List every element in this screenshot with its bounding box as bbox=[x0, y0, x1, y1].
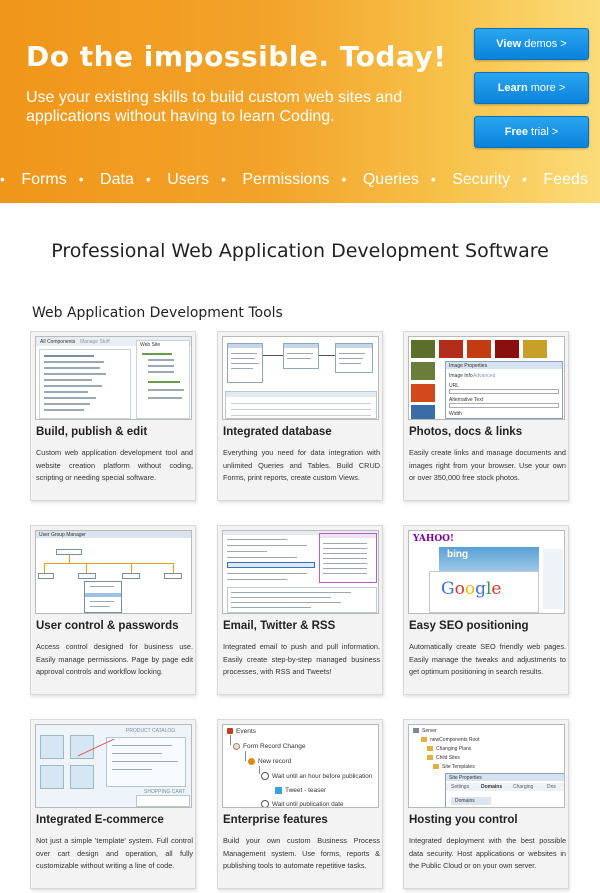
seo-screenshot: YAHOO! bing Google bbox=[408, 530, 565, 614]
view-demos-strong: View bbox=[496, 38, 522, 50]
ticker-item-users: Users bbox=[167, 171, 209, 188]
domains-subheader: Domains bbox=[455, 798, 475, 804]
view-demos-button[interactable]: View demos > bbox=[474, 28, 589, 60]
feature-card-seo[interactable]: YAHOO! bing Google Easy SEO positioning … bbox=[403, 525, 569, 695]
card-title: Hosting you control bbox=[409, 814, 518, 826]
card-description: Integrated email to push and pull inform… bbox=[223, 642, 380, 676]
feature-card-email[interactable]: Email, Twitter & RSS Integrated email to… bbox=[217, 525, 383, 695]
builder-tab2-label: Manage Stuff bbox=[80, 339, 110, 345]
site-properties-label: Site Properties bbox=[449, 775, 482, 781]
tree-item: Changing Plans bbox=[436, 746, 472, 752]
charging-tab: Charging bbox=[513, 784, 534, 790]
email-screenshot bbox=[222, 530, 379, 614]
bullet-icon: • bbox=[341, 171, 347, 187]
tree-item: newComponents Root bbox=[430, 737, 480, 743]
yahoo-logo: YAHOO! bbox=[413, 534, 454, 544]
learn-more-button[interactable]: Learn more > bbox=[474, 72, 589, 104]
google-logo: Google bbox=[441, 579, 502, 599]
card-description: Easily create links and manage documents… bbox=[409, 448, 566, 482]
tree-item: Site Templates bbox=[442, 764, 475, 770]
image-properties-label: Image Properties bbox=[449, 363, 488, 369]
feature-card-enterprise[interactable]: Events Form Record Change New record Wai… bbox=[217, 719, 383, 889]
feature-card-users[interactable]: User Group Manager User control & passwo… bbox=[30, 525, 196, 695]
feature-card-ecommerce[interactable]: PRODUCT CATALOG SHOPPING CART Integrated… bbox=[30, 719, 196, 889]
bullet-icon: • bbox=[145, 171, 151, 187]
bullet-icon: • bbox=[220, 171, 226, 187]
card-title: Build, publish & edit bbox=[36, 426, 148, 438]
domains-tab: Domains bbox=[481, 784, 503, 790]
database-screenshot bbox=[222, 336, 379, 420]
wait-hour-node: Wait until an hour before publication bbox=[272, 773, 373, 780]
settings-tab: Settings bbox=[451, 784, 470, 790]
card-title: Enterprise features bbox=[223, 814, 328, 826]
ticker-item-forms: Forms bbox=[21, 171, 67, 188]
card-title: Photos, docs & links bbox=[409, 426, 523, 438]
users-screenshot: User Group Manager bbox=[35, 530, 192, 614]
hero-title: Do the impossible. Today! bbox=[26, 40, 447, 73]
free-trial-button[interactable]: Free trial > bbox=[474, 116, 589, 148]
advanced-tab: Advanced bbox=[473, 373, 496, 379]
page-title: Professional Web Application Development… bbox=[51, 240, 549, 262]
card-description: Automatically create SEO friendly web pa… bbox=[409, 642, 566, 676]
feature-ticker: • Forms • Data • Users • Permissions • Queri… bbox=[0, 167, 600, 191]
card-title: Easy SEO positioning bbox=[409, 620, 529, 632]
bullet-icon: • bbox=[430, 171, 436, 187]
hero-subtitle: Use your existing skills to build custom… bbox=[26, 89, 403, 125]
card-description: Everything you need for data integration… bbox=[223, 448, 380, 482]
card-title: Integrated E-commerce bbox=[36, 814, 164, 826]
ticker-item-data: Data bbox=[100, 171, 134, 188]
photos-screenshot: Image Properties Image Info Advanced URL… bbox=[408, 336, 565, 420]
feature-card-database[interactable]: Integrated database Everything you need … bbox=[217, 331, 383, 501]
hero-banner: Do the impossible. Today! Use your exist… bbox=[0, 0, 600, 203]
card-title: Email, Twitter & RSS bbox=[223, 620, 336, 632]
wait-publication-node: Wait until publication date bbox=[272, 801, 344, 808]
user-group-manager-label: User Group Manager bbox=[39, 532, 86, 538]
feature-card-build[interactable]: All Components Manage Stuff Web Site Bui… bbox=[30, 331, 196, 501]
catalog-label: PRODUCT CATALOG bbox=[126, 728, 176, 734]
ticker-item-feeds: Feeds bbox=[543, 171, 588, 188]
free-trial-rest: trial > bbox=[527, 126, 559, 138]
new-record-node: New record bbox=[258, 758, 292, 765]
view-demos-rest: demos > bbox=[521, 38, 567, 50]
ecommerce-screenshot: PRODUCT CATALOG SHOPPING CART bbox=[35, 724, 192, 808]
bullet-icon: • bbox=[522, 171, 527, 187]
width-label: Width bbox=[449, 411, 462, 417]
feature-card-photos[interactable]: Image Properties Image Info Advanced URL… bbox=[403, 331, 569, 501]
card-title: Integrated database bbox=[223, 426, 332, 438]
form-record-change-node: Form Record Change bbox=[243, 743, 306, 750]
card-description: Custom web application development tool … bbox=[36, 448, 193, 482]
server-node: Server bbox=[422, 728, 437, 734]
bullet-icon: • bbox=[0, 171, 5, 187]
tree-item: Child Sites bbox=[436, 755, 460, 761]
card-description: Not just a simple 'template' system. Ful… bbox=[36, 836, 193, 870]
tweet-teaser-node: Tweet - teaser bbox=[285, 787, 327, 794]
image-info-tab: Image Info bbox=[449, 373, 473, 379]
ticker-item-queries: Queries bbox=[362, 171, 419, 188]
bullet-icon: • bbox=[78, 171, 84, 187]
hosting-screenshot: Server newComponents Root Changing Plans… bbox=[408, 724, 565, 808]
ticker-item-security: Security bbox=[452, 171, 511, 188]
free-trial-strong: Free bbox=[504, 126, 528, 138]
card-description: Build your own custom Business Process M… bbox=[223, 836, 380, 870]
ticker-item-permissions: Permissions bbox=[242, 171, 330, 188]
feature-card-hosting[interactable]: Server newComponents Root Changing Plans… bbox=[403, 719, 569, 889]
card-description: Access control designed for business use… bbox=[36, 642, 193, 676]
card-title: User control & passwords bbox=[36, 620, 179, 632]
builder-tab-label: All Components bbox=[40, 339, 76, 345]
learn-more-rest: more > bbox=[527, 82, 566, 94]
dos-tab: Dos bbox=[547, 784, 556, 790]
card-description: Integrated deployment with the best poss… bbox=[409, 836, 566, 870]
bing-logo: bing bbox=[447, 549, 469, 560]
builder-screenshot: All Components Manage Stuff Web Site bbox=[35, 336, 192, 420]
builder-side-label: Web Site bbox=[140, 342, 161, 348]
events-node: Events bbox=[236, 728, 256, 735]
section-title: Web Application Development Tools bbox=[32, 305, 283, 321]
enterprise-screenshot: Events Form Record Change New record Wai… bbox=[222, 724, 379, 808]
learn-more-strong: Learn bbox=[497, 82, 528, 94]
